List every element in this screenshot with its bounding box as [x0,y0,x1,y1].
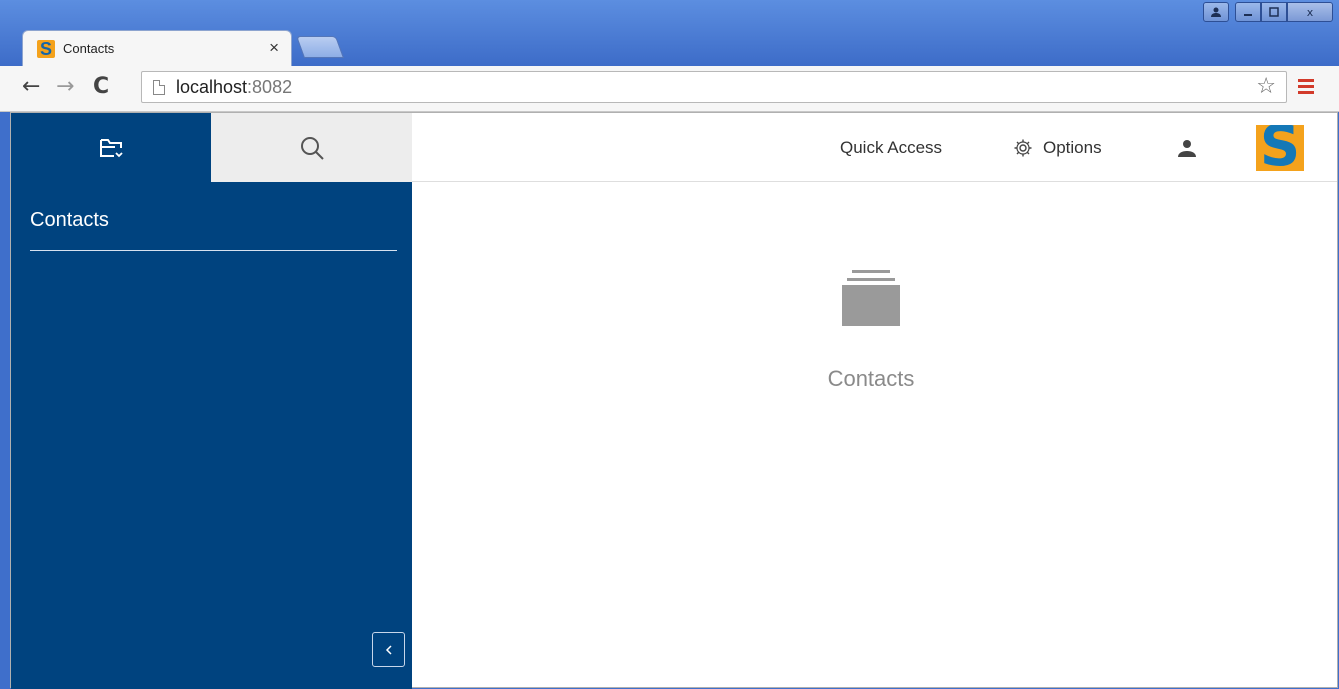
forward-arrow-icon[interactable]: → [56,74,74,99]
back-arrow-icon[interactable]: ← [22,74,40,99]
favicon-letter: S [39,40,52,58]
maximize-button[interactable] [1261,2,1287,22]
tab-close-icon[interactable]: × [269,38,279,58]
options-label: Options [1043,138,1102,157]
sidebar-divider [30,250,397,251]
content-title: Contacts [827,366,915,391]
app-logo: S [1256,125,1304,171]
tab-title: Contacts [63,41,115,56]
minimize-button[interactable] [1235,2,1261,22]
browser-tab[interactable]: S Contacts × [22,30,292,66]
stack-icon [842,270,900,326]
maximize-icon [1269,7,1279,17]
new-tab-button[interactable] [295,36,345,58]
search-icon [300,136,324,160]
browser-menu-icon[interactable] [1298,79,1314,95]
profile-button[interactable] [1203,2,1229,22]
logo-letter: S [1259,125,1301,171]
chevron-left-icon [385,644,392,655]
window-controls: x [1203,2,1333,22]
url-text[interactable]: localhost:8082 [176,77,292,98]
sidebar-item-contacts[interactable]: Contacts [30,209,109,232]
app-header: Quick Access Options S [412,113,1337,182]
collapse-sidebar-button[interactable] [372,632,405,667]
browser-toolbar: ← → C localhost:8082 ☆ [0,66,1339,112]
page-icon [153,80,165,95]
browser-titlebar: x S Contacts × [0,0,1339,66]
reload-icon[interactable]: C [93,74,109,99]
favicon: S [37,40,55,58]
tab-search[interactable] [211,113,412,182]
sidebar: Contacts [11,113,412,689]
gear-icon [1014,139,1032,157]
close-window-button[interactable]: x [1287,2,1333,22]
app-window: Contacts Quick Access Options S Contacts [10,112,1338,689]
window-button-group: x [1235,2,1333,22]
quick-access-menu[interactable]: Quick Access [840,138,942,158]
address-bar[interactable]: localhost:8082 ☆ [141,71,1287,103]
close-window-label: x [1306,5,1314,19]
url-host: localhost [176,77,248,97]
bookmark-star-icon[interactable]: ☆ [1256,74,1276,99]
folder-outline-icon [100,138,123,157]
options-menu[interactable]: Options [1013,138,1102,158]
tab-outline[interactable] [11,113,211,182]
user-icon [1211,7,1221,17]
url-port: :8082 [247,77,293,97]
minimize-icon [1244,14,1252,16]
user-icon[interactable] [1176,137,1198,159]
